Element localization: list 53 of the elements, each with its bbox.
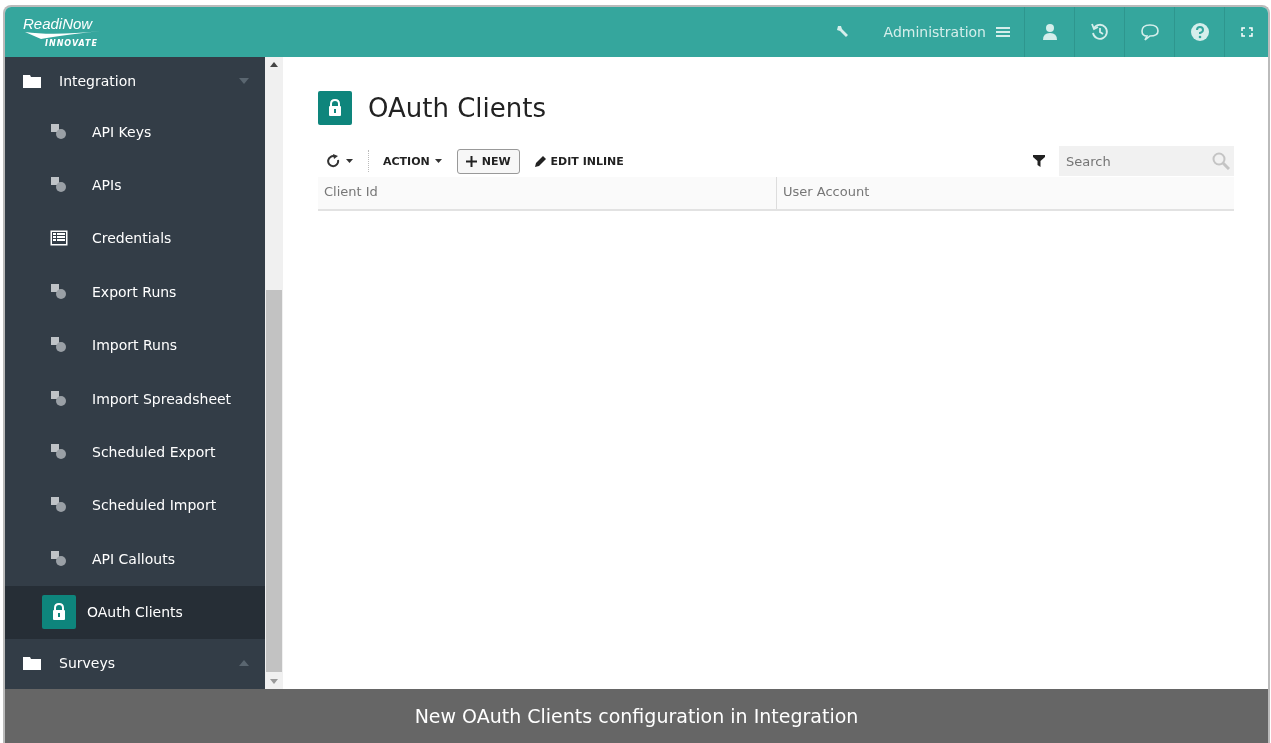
sidebar-group[interactable]: Integration [5, 57, 265, 105]
user-icon [1041, 23, 1058, 41]
sidebar-item[interactable]: API Keys [5, 105, 265, 159]
new-button[interactable]: NEW [456, 148, 520, 174]
lock-icon [318, 91, 352, 125]
sidebar-item[interactable]: Scheduled Import [5, 478, 265, 533]
help-icon [1189, 22, 1210, 42]
shapes-icon [50, 549, 68, 568]
logo-tagline: INNOVATE [45, 39, 98, 48]
shapes-icon [50, 176, 68, 195]
folder-icon [23, 655, 41, 670]
filter-icon[interactable] [1033, 155, 1045, 167]
menu-icon [996, 26, 1010, 38]
scrollbar[interactable] [265, 57, 283, 689]
sidebar-item[interactable]: Export Runs [5, 265, 265, 319]
sidebar-item[interactable]: Import Runs [5, 318, 265, 372]
action-button[interactable]: ACTION [374, 148, 451, 174]
folder-icon [23, 74, 41, 88]
search-field[interactable]: Search [1059, 146, 1234, 176]
shapes-icon [50, 336, 68, 355]
logo-name: ReadiNow [23, 16, 93, 32]
plus-icon [465, 155, 477, 167]
fullscreen-icon [1240, 27, 1253, 37]
refresh-icon [327, 154, 341, 168]
sidebar-item[interactable]: Credentials [5, 211, 265, 266]
scroll-down-icon[interactable] [270, 679, 278, 684]
sidebar-item[interactable]: OAuth Clients [5, 585, 265, 639]
history-icon [1089, 22, 1110, 42]
lock-icon [42, 595, 76, 630]
column-header[interactable]: User Account [776, 177, 1234, 209]
table-icon [50, 230, 68, 247]
search-icon [1212, 152, 1230, 170]
speech-bubble-icon [1139, 23, 1160, 41]
caret-icon [346, 159, 353, 163]
edit-inline-button[interactable]: EDIT INLINE [525, 148, 633, 174]
scroll-up-icon[interactable] [270, 62, 278, 67]
caption-text: New OAuth Clients configuration in Integration [414, 705, 859, 727]
column-header[interactable]: Client Id [318, 177, 776, 209]
scroll-thumb[interactable] [266, 290, 282, 672]
shapes-icon [50, 496, 68, 515]
caret-icon [434, 159, 442, 163]
page-title: OAuth Clients [368, 93, 547, 123]
sidebar-item[interactable]: APIs [5, 158, 265, 212]
shapes-icon [50, 389, 68, 408]
shapes-icon [50, 282, 68, 301]
sidebar-group[interactable]: Surveys [5, 638, 265, 687]
pencil-icon [534, 155, 546, 167]
sidebar-item[interactable]: API Callouts [5, 532, 265, 586]
sidebar-item[interactable]: Scheduled Export [5, 425, 265, 479]
shapes-icon [50, 443, 68, 462]
sidebar-item[interactable]: Import Spreadsheet [5, 371, 265, 426]
shapes-icon [50, 122, 68, 141]
wrench-icon[interactable] [835, 25, 850, 39]
